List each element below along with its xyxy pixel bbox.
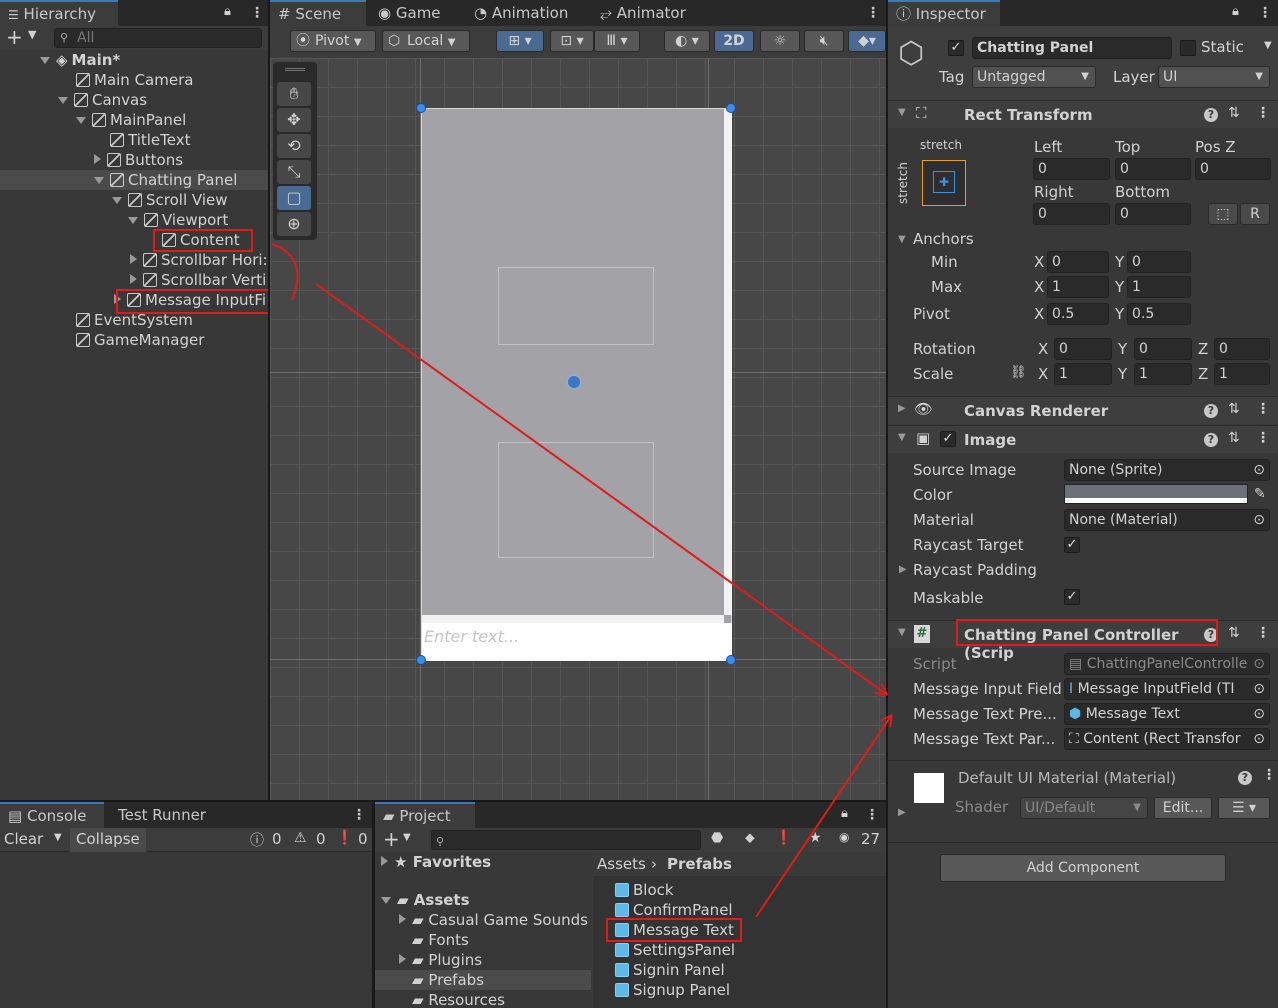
annotation-brace [271, 243, 299, 301]
annotation-overlay [271, 243, 1278, 918]
annotation-arrow-to-prefab-field [755, 716, 891, 918]
annotation-arrow-to-controller [315, 283, 886, 694]
